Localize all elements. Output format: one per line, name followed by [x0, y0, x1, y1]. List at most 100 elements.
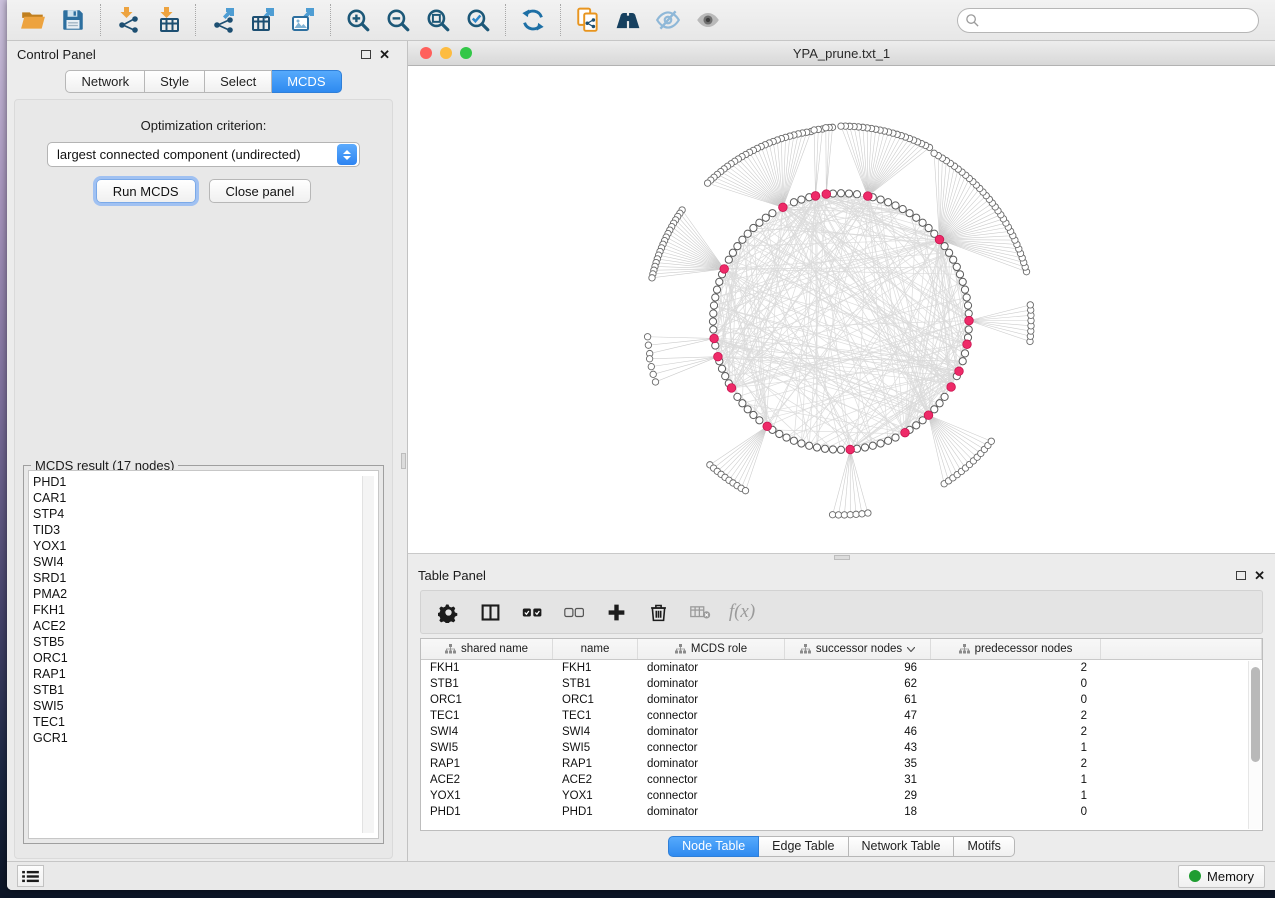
- cell[interactable]: TEC1: [421, 708, 553, 724]
- cell[interactable]: dominator: [638, 724, 785, 740]
- close-panel-button[interactable]: Close panel: [209, 179, 312, 203]
- save-session-button[interactable]: [53, 3, 93, 37]
- delete-table-button[interactable]: [683, 595, 717, 629]
- splitter-handle[interactable]: [401, 453, 406, 469]
- zoom-selected-button[interactable]: [458, 3, 498, 37]
- mcds-result-item[interactable]: PMA2: [33, 586, 378, 602]
- cell[interactable]: connector: [638, 740, 785, 756]
- minimize-traffic-light[interactable]: [440, 47, 452, 59]
- table-row[interactable]: RAP1RAP1dominator352: [421, 756, 1248, 772]
- cell[interactable]: 46: [785, 724, 931, 740]
- cell[interactable]: SWI4: [421, 724, 553, 740]
- table-row[interactable]: SWI4SWI4dominator462: [421, 724, 1248, 740]
- close-panel-icon[interactable]: ✕: [1254, 569, 1265, 582]
- mcds-result-item[interactable]: ORC1: [33, 650, 378, 666]
- table-row[interactable]: ACE2ACE2connector311: [421, 772, 1248, 788]
- tab-motifs[interactable]: Motifs: [954, 836, 1014, 857]
- refresh-view-button[interactable]: [513, 3, 553, 37]
- cell[interactable]: SWI4: [553, 724, 638, 740]
- mcds-result-item[interactable]: RAP1: [33, 666, 378, 682]
- mcds-result-item[interactable]: GCR1: [33, 730, 378, 746]
- table-row[interactable]: ORC1ORC1dominator610: [421, 692, 1248, 708]
- mcds-result-item[interactable]: CAR1: [33, 490, 378, 506]
- cell[interactable]: dominator: [638, 804, 785, 820]
- show-columns-button[interactable]: [473, 595, 507, 629]
- list-scrollbar[interactable]: [362, 476, 374, 833]
- search-input[interactable]: [980, 13, 1258, 28]
- cell[interactable]: 35: [785, 756, 931, 772]
- cell[interactable]: connector: [638, 772, 785, 788]
- close-traffic-light[interactable]: [420, 47, 432, 59]
- cell[interactable]: 96: [785, 660, 931, 676]
- cell[interactable]: FKH1: [553, 660, 638, 676]
- table-row[interactable]: TEC1TEC1connector472: [421, 708, 1248, 724]
- cell[interactable]: 29: [785, 788, 931, 804]
- cell[interactable]: ORC1: [421, 692, 553, 708]
- import-table-button[interactable]: [148, 3, 188, 37]
- network-window-titlebar[interactable]: YPA_prune.txt_1: [408, 41, 1275, 66]
- cell[interactable]: SWI5: [421, 740, 553, 756]
- export-network-button[interactable]: [203, 3, 243, 37]
- mcds-result-item[interactable]: SRD1: [33, 570, 378, 586]
- cell[interactable]: 0: [931, 692, 1101, 708]
- table-settings-button[interactable]: [431, 595, 465, 629]
- cell[interactable]: STB1: [553, 676, 638, 692]
- cell[interactable]: STB1: [421, 676, 553, 692]
- zoom-in-button[interactable]: [338, 3, 378, 37]
- delete-column-button[interactable]: [641, 595, 675, 629]
- tab-mcds[interactable]: MCDS: [272, 70, 341, 93]
- copy-network-button[interactable]: [568, 3, 608, 37]
- mcds-result-item[interactable]: SWI5: [33, 698, 378, 714]
- cell[interactable]: YOX1: [553, 788, 638, 804]
- deselect-all-rows-button[interactable]: [557, 595, 591, 629]
- column-header-predecessor-nodes[interactable]: predecessor nodes: [931, 639, 1101, 659]
- cell[interactable]: 0: [931, 804, 1101, 820]
- network-graph[interactable]: [408, 66, 1275, 553]
- cell[interactable]: YOX1: [421, 788, 553, 804]
- tab-edge-table[interactable]: Edge Table: [759, 836, 848, 857]
- cell[interactable]: 61: [785, 692, 931, 708]
- cell[interactable]: ORC1: [553, 692, 638, 708]
- tab-select[interactable]: Select: [205, 70, 272, 93]
- cell[interactable]: dominator: [638, 660, 785, 676]
- cell[interactable]: 1: [931, 788, 1101, 804]
- column-header-MCDS-role[interactable]: MCDS role: [638, 639, 785, 659]
- select-all-rows-button[interactable]: [515, 595, 549, 629]
- cell[interactable]: ACE2: [421, 772, 553, 788]
- mcds-result-item[interactable]: STP4: [33, 506, 378, 522]
- mcds-result-item[interactable]: SWI4: [33, 554, 378, 570]
- cell[interactable]: FKH1: [421, 660, 553, 676]
- table-row[interactable]: YOX1YOX1connector291: [421, 788, 1248, 804]
- add-column-button[interactable]: [599, 595, 633, 629]
- cell[interactable]: TEC1: [553, 708, 638, 724]
- cell[interactable]: 2: [931, 660, 1101, 676]
- maximize-traffic-light[interactable]: [460, 47, 472, 59]
- hide-selected-button[interactable]: [648, 3, 688, 37]
- vertical-splitter[interactable]: [400, 41, 407, 861]
- cell[interactable]: 2: [931, 756, 1101, 772]
- table-row[interactable]: SWI5SWI5connector431: [421, 740, 1248, 756]
- table-scrollbar[interactable]: [1248, 661, 1261, 829]
- network-canvas[interactable]: [408, 66, 1275, 553]
- table-row[interactable]: PHD1PHD1dominator180: [421, 804, 1248, 820]
- tab-network-table[interactable]: Network Table: [849, 836, 955, 857]
- tab-style[interactable]: Style: [145, 70, 205, 93]
- export-table-button[interactable]: [243, 3, 283, 37]
- tab-network[interactable]: Network: [65, 70, 145, 93]
- cell[interactable]: 1: [931, 740, 1101, 756]
- cell[interactable]: 18: [785, 804, 931, 820]
- float-panel-icon[interactable]: [1236, 571, 1246, 580]
- cell[interactable]: connector: [638, 708, 785, 724]
- column-header-successor-nodes[interactable]: successor nodes: [785, 639, 931, 659]
- cell[interactable]: SWI5: [553, 740, 638, 756]
- table-row[interactable]: STB1STB1dominator620: [421, 676, 1248, 692]
- column-header-name[interactable]: name: [553, 639, 638, 659]
- cell[interactable]: connector: [638, 788, 785, 804]
- cell[interactable]: 2: [931, 724, 1101, 740]
- run-mcds-button[interactable]: Run MCDS: [96, 179, 196, 203]
- mcds-result-item[interactable]: FKH1: [33, 602, 378, 618]
- cell[interactable]: RAP1: [421, 756, 553, 772]
- network-search-box[interactable]: [957, 8, 1259, 33]
- memory-button[interactable]: Memory: [1178, 865, 1265, 888]
- export-image-button[interactable]: [283, 3, 323, 37]
